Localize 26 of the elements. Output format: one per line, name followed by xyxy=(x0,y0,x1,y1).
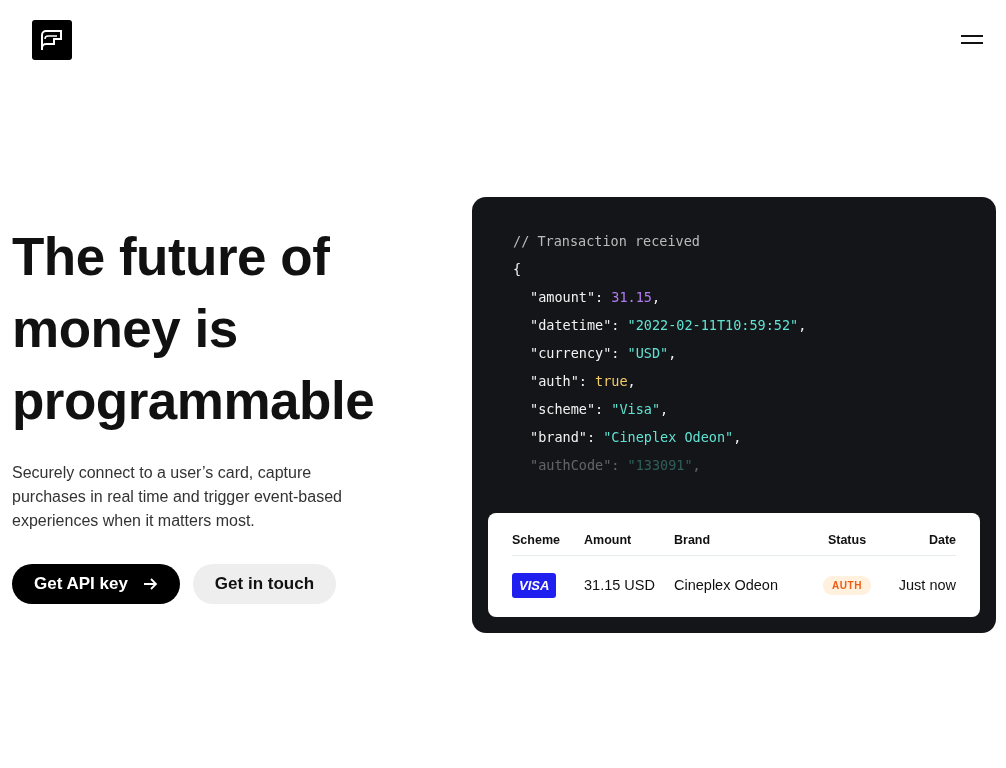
column-header: Date xyxy=(927,533,956,547)
logo-icon[interactable] xyxy=(32,20,72,60)
code-comment: // Transaction received xyxy=(513,232,701,251)
column-header: Amount xyxy=(584,533,633,547)
code-line: "authCode": "133091", xyxy=(529,456,702,475)
code-line: "datetime": "2022-02-11T10:59:52", xyxy=(529,316,808,335)
code-line: "currency": "USD", xyxy=(529,344,678,363)
api-key-button[interactable]: Get API key xyxy=(12,564,180,604)
contact-button[interactable]: Get in touch xyxy=(192,564,337,604)
code-line: "amount": 31.15, xyxy=(529,288,662,307)
hero-description: Securely connect to a user’s card, capture purchases in real time and trigger event-based experiences when it matters most. xyxy=(12,463,343,531)
code-line: "scheme": "Visa", xyxy=(529,400,670,419)
arrow-icon xyxy=(141,576,158,592)
table-cell-text: 31.15 USD xyxy=(584,577,656,593)
column-header: Scheme xyxy=(512,533,561,547)
code-brace: { xyxy=(513,260,523,279)
table-cell-text: Just now xyxy=(897,577,956,593)
column-header: Brand xyxy=(674,533,712,547)
column-header: Status xyxy=(826,533,868,547)
card-scheme-badge: VISA xyxy=(512,572,557,598)
table-cell-text: Cineplex Odeon xyxy=(674,577,779,593)
menu-icon[interactable] xyxy=(961,33,985,47)
hero-heading: The future of money is programmable xyxy=(12,226,376,432)
code-line: "brand": "Cineplex Odeon", xyxy=(529,428,743,447)
code-line: "auth": true, xyxy=(529,372,637,391)
status-badge: AUTH xyxy=(823,575,871,595)
